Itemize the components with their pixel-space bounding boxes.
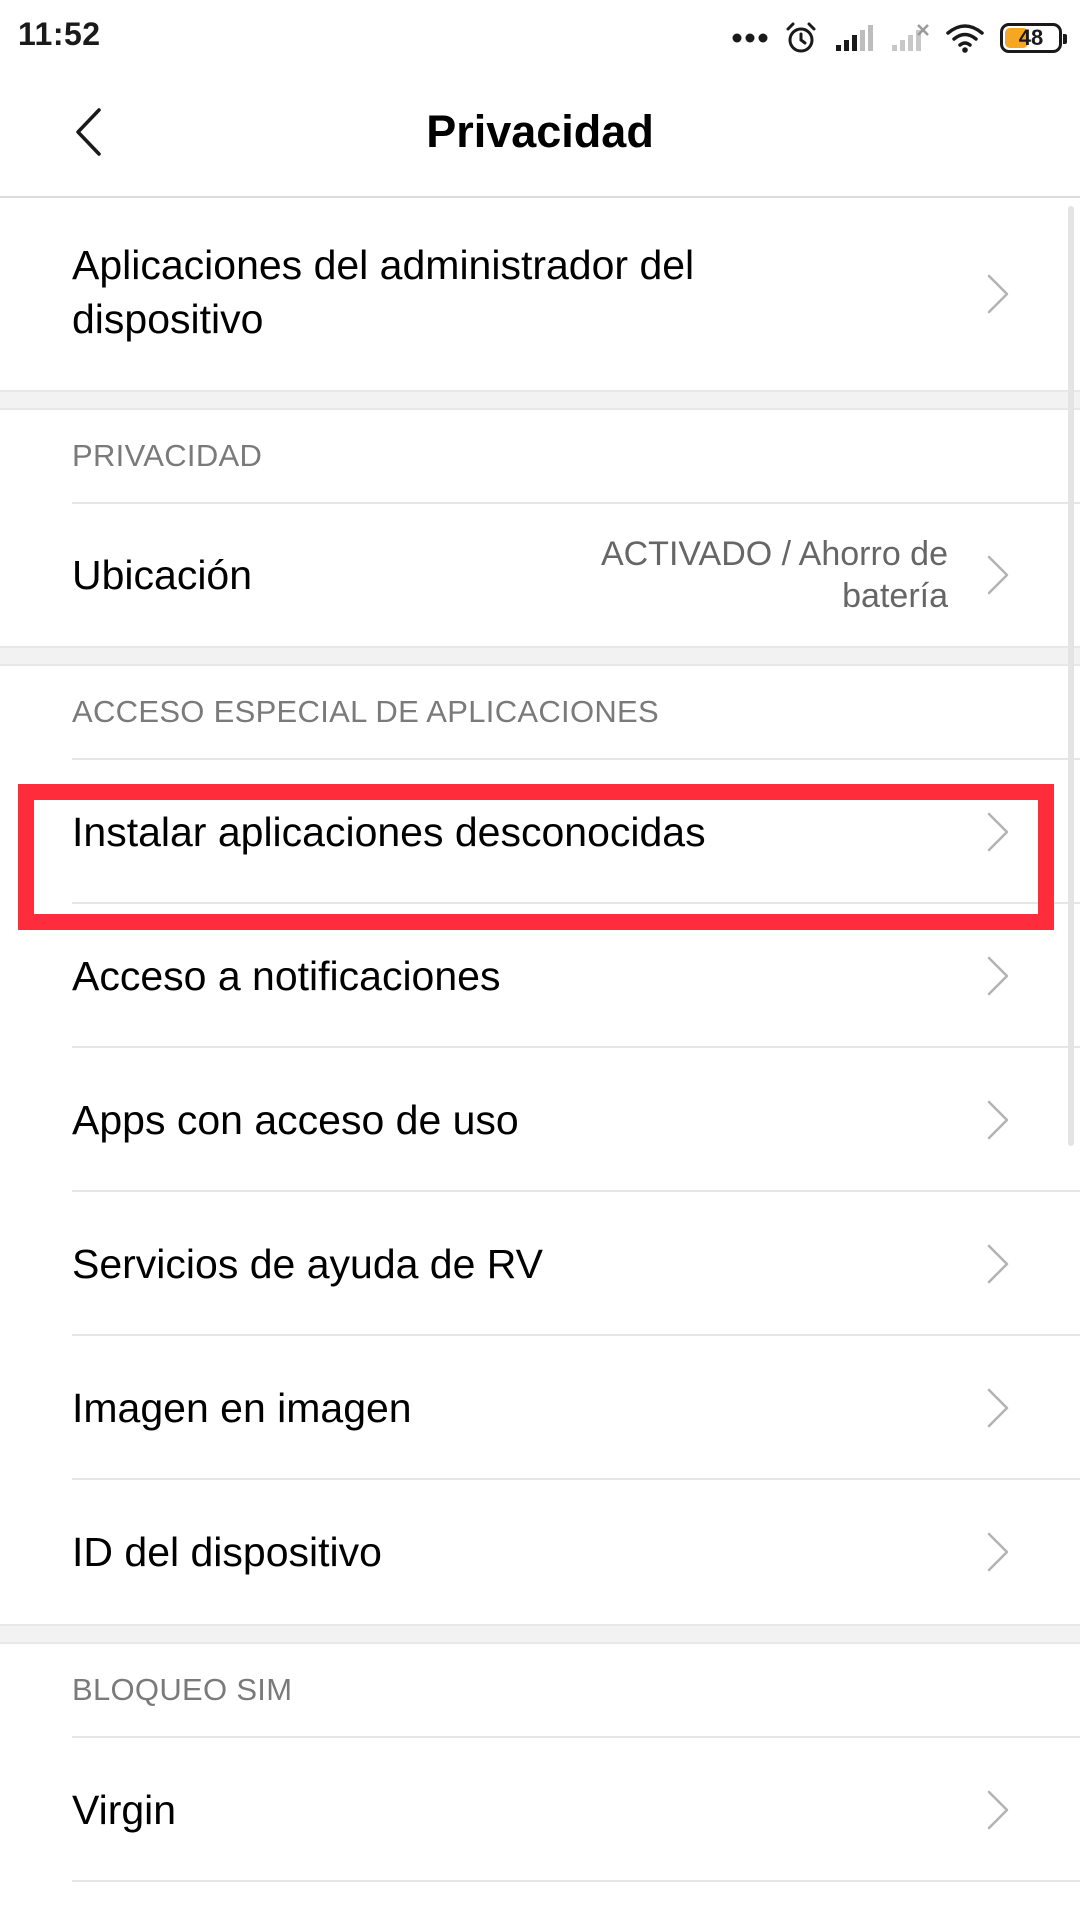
location-value: ACTIVADO / Ahorro de batería (528, 533, 948, 617)
section-header-privacy: PRIVACIDAD (0, 410, 1080, 504)
sim-virgin-label: Virgin (72, 1787, 177, 1833)
alarm-icon (784, 21, 818, 55)
usage-access-item[interactable]: Apps con acceso de uso (0, 1048, 1080, 1192)
section-header-special-access-text: ACCESO ESPECIAL DE APLICACIONES (72, 694, 660, 729)
status-bar: 11:52 48 (0, 0, 1080, 76)
more-dots-icon (732, 32, 768, 44)
battery-level-text: 48 (1018, 25, 1044, 50)
usage-access-label: Apps con acceso de uso (72, 1097, 519, 1143)
device-admin-apps-label: Aplicaciones del administrador del dispo… (72, 238, 694, 346)
install-unknown-apps-item[interactable]: Instalar aplicaciones desconocidas (0, 760, 1080, 904)
chevron-right-icon (987, 956, 1009, 996)
status-time: 11:52 (18, 16, 101, 52)
divider (72, 1880, 1080, 1882)
chevron-right-icon (987, 1100, 1009, 1140)
chevron-right-icon (987, 555, 1009, 595)
section-gap (0, 390, 1080, 410)
settings-list: Aplicaciones del administrador del dispo… (0, 198, 1080, 1882)
section-gap (0, 1624, 1080, 1644)
vr-helper-services-label: Servicios de ayuda de RV (72, 1241, 544, 1287)
page-title: Privacidad (426, 106, 654, 157)
device-id-label: ID del dispositivo (72, 1529, 382, 1575)
picture-in-picture-label: Imagen en imagen (72, 1385, 412, 1431)
device-admin-apps-item[interactable]: Aplicaciones del administrador del dispo… (0, 198, 1080, 390)
location-item[interactable]: Ubicación ACTIVADO / Ahorro de batería (0, 504, 1080, 646)
device-id-item[interactable]: ID del dispositivo (0, 1480, 1080, 1624)
chevron-right-icon (987, 1790, 1009, 1830)
location-label: Ubicación (72, 552, 253, 598)
section-header-special-access: ACCESO ESPECIAL DE APLICACIONES (0, 666, 1080, 760)
sim-virgin-item[interactable]: Virgin (0, 1738, 1080, 1882)
section-gap (0, 646, 1080, 666)
notification-access-item[interactable]: Acceso a notificaciones (0, 904, 1080, 1048)
section-header-sim-lock: BLOQUEO SIM (0, 1644, 1080, 1738)
scrollbar[interactable] (1068, 206, 1074, 1146)
device-admin-apps-label-line1: Aplicaciones del administrador del (72, 242, 695, 288)
notification-access-label: Acceso a notificaciones (72, 953, 501, 999)
device-admin-apps-label-line2: dispositivo (72, 296, 264, 342)
battery-icon: 48 (1000, 23, 1067, 53)
status-icons: 48 (732, 18, 1067, 58)
install-unknown-apps-label: Instalar aplicaciones desconocidas (72, 809, 706, 855)
picture-in-picture-item[interactable]: Imagen en imagen (0, 1336, 1080, 1480)
section-header-privacy-text: PRIVACIDAD (72, 438, 263, 473)
chevron-right-icon (987, 1388, 1009, 1428)
wifi-icon (946, 23, 984, 53)
chevron-right-icon (987, 812, 1009, 852)
location-value-line2: batería (842, 577, 948, 615)
chevron-right-icon (987, 1244, 1009, 1284)
location-value-line1: ACTIVADO / Ahorro de (600, 535, 948, 573)
signal-icon (834, 23, 874, 53)
vr-helper-services-item[interactable]: Servicios de ayuda de RV (0, 1192, 1080, 1336)
app-header: Privacidad (0, 76, 1080, 198)
chevron-right-icon (987, 274, 1009, 314)
signal-no-service-icon (890, 23, 930, 53)
section-header-sim-lock-text: BLOQUEO SIM (72, 1672, 293, 1707)
chevron-right-icon (987, 1532, 1009, 1572)
